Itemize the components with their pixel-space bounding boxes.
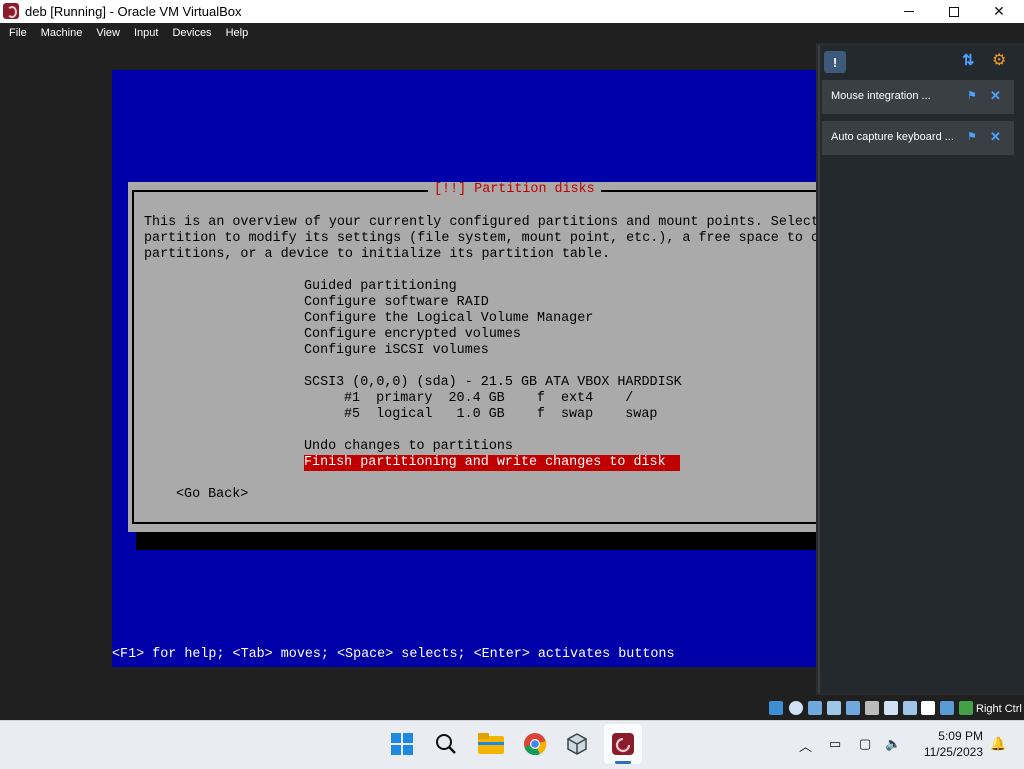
option-guided-partitioning[interactable]: Guided partitioning <box>304 279 457 295</box>
host-key-label: Right Ctrl <box>976 703 1022 715</box>
minimize-button[interactable] <box>886 0 932 23</box>
notification-pin-icon[interactable]: ⚑ <box>967 130 977 143</box>
partition-dialog: [!!] Partition disks This is an overview… <box>128 182 816 532</box>
vm-display[interactable]: [!!] Partition disks This is an overview… <box>112 70 816 667</box>
virtualbox-vm-button[interactable] <box>607 728 639 760</box>
chrome-button[interactable] <box>519 728 551 760</box>
windows-start-icon <box>391 733 413 755</box>
menu-file[interactable]: File <box>4 27 32 39</box>
search-icon <box>436 734 456 754</box>
notification-close-icon[interactable]: ✕ <box>990 88 1001 104</box>
close-button[interactable]: ✕ <box>976 0 1022 23</box>
recording-icon[interactable] <box>903 701 917 715</box>
option-software-raid[interactable]: Configure software RAID <box>304 295 489 311</box>
shared-folders-icon[interactable] <box>865 701 879 715</box>
notification-center-icon[interactable]: ! <box>824 51 846 73</box>
menu-bar: File Machine View Input Devices Help <box>0 23 1024 43</box>
finish-partitioning-option[interactable]: Finish partitioning and write changes to… <box>304 455 680 471</box>
active-app-indicator <box>615 761 631 764</box>
menu-view[interactable]: View <box>91 27 125 39</box>
intro-line-2: partition to modify its settings (file s… <box>144 231 816 246</box>
undo-changes-option[interactable]: Undo changes to partitions <box>304 439 513 455</box>
window-title-bar: deb [Running] - Oracle VM VirtualBox ✕ <box>0 0 1024 23</box>
file-explorer-button[interactable] <box>475 728 507 760</box>
start-button[interactable] <box>386 728 418 760</box>
network-tray-icon[interactable]: ▭ <box>829 736 841 752</box>
partition-1[interactable]: #1 primary 20.4 GB f ext4 / <box>344 391 633 407</box>
notification-text: Auto capture keyboard ... <box>831 131 954 143</box>
option-encrypted-volumes[interactable]: Configure encrypted volumes <box>304 327 521 343</box>
folder-icon <box>478 733 504 754</box>
dialog-title: [!!] Partition disks <box>428 182 601 198</box>
menu-input[interactable]: Input <box>129 27 163 39</box>
disk-entry[interactable]: SCSI3 (0,0,0) (sda) - 21.5 GB ATA VBOX H… <box>304 375 682 391</box>
cpu-icon[interactable] <box>921 701 935 715</box>
virtualbox-vm-icon <box>3 3 19 19</box>
optical-drive-icon[interactable] <box>789 701 803 715</box>
menu-help[interactable]: Help <box>221 27 254 39</box>
notifications-bell-icon[interactable]: 🔔 <box>990 736 1006 752</box>
clock-date[interactable]: 11/25/2023 <box>917 745 983 759</box>
notification-auto-capture[interactable]: Auto capture keyboard ... ⚑ ✕ <box>822 121 1014 155</box>
close-icon: ✕ <box>993 3 1005 19</box>
debian-vm-icon <box>612 733 634 755</box>
display-icon[interactable] <box>884 701 898 715</box>
clock-time[interactable]: 5:09 PM <box>935 729 983 743</box>
maximize-button[interactable] <box>931 0 977 23</box>
intro-line-3: partitions, or a device to initialize it… <box>144 247 611 262</box>
option-iscsi-volumes[interactable]: Configure iSCSI volumes <box>304 343 489 359</box>
search-button[interactable] <box>430 728 462 760</box>
display-tray-icon[interactable]: ▢ <box>859 736 871 752</box>
hard-disk-icon[interactable] <box>769 701 783 715</box>
virtualbox-cube-icon <box>567 733 587 755</box>
notification-mouse-integration[interactable]: Mouse integration ... ⚑ ✕ <box>822 80 1014 114</box>
go-back-button[interactable]: <Go Back> <box>176 487 248 503</box>
settings-icon[interactable]: ⚙ <box>992 50 1014 72</box>
chrome-icon <box>524 733 547 756</box>
notification-close-icon[interactable]: ✕ <box>990 129 1001 145</box>
sort-icon[interactable]: ⇅ <box>962 51 982 71</box>
mouse-integration-icon[interactable] <box>940 701 954 715</box>
menu-machine[interactable]: Machine <box>36 27 88 39</box>
keyboard-capture-icon[interactable] <box>959 701 973 715</box>
audio-icon[interactable] <box>808 701 822 715</box>
minimize-icon <box>904 11 914 12</box>
volume-icon[interactable]: 🔈 <box>885 736 901 752</box>
usb-icon[interactable] <box>846 701 860 715</box>
intro-line-1: This is an overview of your currently co… <box>144 215 816 230</box>
partition-5[interactable]: #5 logical 1.0 GB f swap swap <box>344 407 657 423</box>
dialog-shadow <box>136 532 816 550</box>
menu-devices[interactable]: Devices <box>167 27 216 39</box>
network-icon[interactable] <box>827 701 841 715</box>
virtualbox-manager-button[interactable] <box>561 728 593 760</box>
dialog-title-text: [!!] Partition disks <box>434 182 595 197</box>
option-lvm[interactable]: Configure the Logical Volume Manager <box>304 311 593 327</box>
chevron-up-icon: ︿ <box>799 739 813 754</box>
restore-icon <box>949 6 959 17</box>
installer-help-line: <F1> for help; <Tab> moves; <Space> sele… <box>112 647 675 662</box>
window-title: deb [Running] - Oracle VM VirtualBox <box>25 4 242 19</box>
notification-text: Mouse integration ... <box>831 90 931 102</box>
notification-pin-icon[interactable]: ⚑ <box>967 89 977 102</box>
show-hidden-icons-button[interactable]: ︿ <box>799 736 812 755</box>
